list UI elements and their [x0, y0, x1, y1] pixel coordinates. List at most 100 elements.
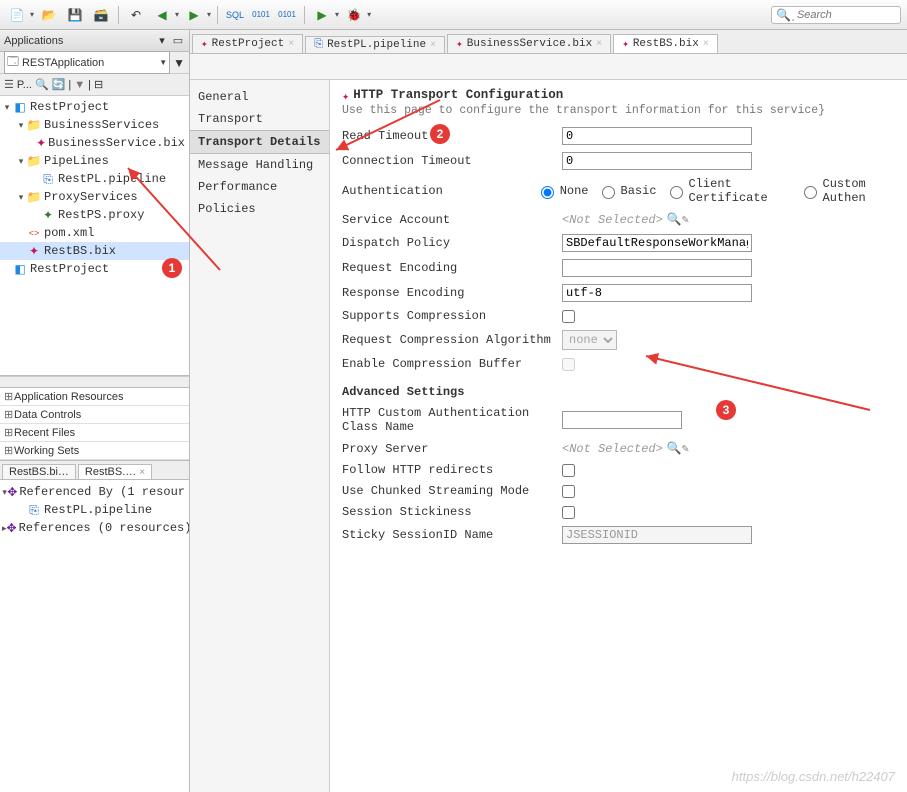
reference-item[interactable]: ⎘RestPL.pipeline — [0, 501, 189, 519]
forward-icon[interactable]: ▶ — [183, 4, 205, 26]
config-nav-item[interactable]: Performance — [190, 176, 329, 198]
form-title: HTTP Transport Configuration — [353, 88, 563, 102]
collapse-icon[interactable]: ⊟ — [94, 78, 103, 91]
panel-minimize-icon[interactable]: ▭ — [171, 34, 185, 48]
connection-timeout-input[interactable] — [562, 152, 752, 170]
tree-item[interactable]: ⎘RestPL.pipeline — [0, 170, 189, 188]
save-icon[interactable]: 💾 — [64, 4, 86, 26]
tree-item[interactable]: ◧RestProject — [0, 260, 189, 278]
response-encoding-input[interactable] — [562, 284, 752, 302]
service-icon: ✦ — [342, 89, 349, 104]
sticky-sessionid-label: Sticky SessionID Name — [342, 528, 562, 542]
config-nav-item[interactable]: Policies — [190, 198, 329, 220]
chunked-streaming-label: Use Chunked Streaming Mode — [342, 484, 562, 498]
panel-menu-icon[interactable]: ▾ — [155, 34, 169, 48]
undo-icon[interactable]: ↶ — [125, 4, 147, 26]
main-toolbar: 📄▾ 📂 💾 🗃️ ↶ ◀▾ ▶▾ SQL 0101 0101 ▶▾ 🐞▾ 🔍˯ — [0, 0, 907, 30]
form-description: Use this page to configure the transport… — [342, 104, 895, 117]
proxy-server-value: <Not Selected> — [562, 442, 663, 456]
bin1-icon[interactable]: 0101 — [250, 4, 272, 26]
tree-item[interactable]: <>pom.xml — [0, 224, 189, 242]
dispatch-policy-label: Dispatch Policy — [342, 236, 562, 250]
auth-radio-option[interactable]: Basic — [597, 183, 657, 199]
saveall-icon[interactable]: 🗃️ — [90, 4, 112, 26]
applications-panel: Applications ▾ ▭ 🗔 RESTApplication ▼ ▼ ☰… — [0, 30, 190, 792]
follow-redirects-checkbox[interactable] — [562, 464, 575, 477]
editor-tab[interactable]: ✦RestBS.bix× — [613, 34, 718, 53]
tree-item[interactable]: ✦RestBS.bix — [0, 242, 189, 260]
structure-tab[interactable]: RestBS.bi… — [2, 464, 76, 479]
toolbar-search[interactable]: 🔍˯ — [771, 6, 901, 24]
project-selector-drop-icon[interactable]: ▼ — [173, 56, 185, 70]
reference-item[interactable]: ▾✥Referenced By (1 resour — [0, 483, 189, 501]
search-input[interactable] — [795, 8, 895, 22]
tree-item[interactable]: ▾📁ProxyServices — [0, 188, 189, 206]
auth-radio-option[interactable]: None — [536, 183, 589, 199]
run-icon[interactable]: ▶ — [311, 4, 333, 26]
edit-icon[interactable]: ✎ — [682, 212, 689, 227]
project-selector[interactable]: 🗔 RESTApplication ▼ — [4, 51, 170, 74]
accordion-section[interactable]: ⊞Application Resources — [0, 388, 189, 406]
editor-tabs: ✦RestProject×⎘RestPL.pipeline×✦BusinessS… — [190, 30, 907, 54]
editor-tab[interactable]: ✦BusinessService.bix× — [447, 34, 611, 53]
tree-item[interactable]: ✦RestPS.proxy — [0, 206, 189, 224]
request-encoding-label: Request Encoding — [342, 261, 562, 275]
auth-radio-option[interactable]: Custom Authen — [799, 177, 895, 205]
read-timeout-input[interactable] — [562, 127, 752, 145]
request-compression-algorithm-label: Request Compression Algorithm — [342, 333, 562, 347]
project-selector-bar: 🗔 RESTApplication ▼ ▼ — [0, 52, 189, 74]
editor-tab[interactable]: ✦RestProject× — [192, 34, 303, 53]
dispatch-policy-input[interactable] — [562, 234, 752, 252]
tree-item[interactable]: ▾📁PipeLines — [0, 152, 189, 170]
config-nav: GeneralTransportTransport DetailsMessage… — [190, 80, 330, 792]
tree-item[interactable]: ▾📁BusinessServices — [0, 116, 189, 134]
editor-tab[interactable]: ⎘RestPL.pipeline× — [305, 36, 445, 53]
authentication-label: Authentication — [342, 184, 536, 198]
search-icon[interactable]: 🔍 — [667, 441, 682, 456]
reference-item[interactable]: ▸✥References (0 resources) — [0, 519, 189, 537]
bin2-icon[interactable]: 0101 — [276, 4, 298, 26]
session-stickiness-checkbox[interactable] — [562, 506, 575, 519]
request-encoding-input[interactable] — [562, 259, 752, 277]
config-nav-item[interactable]: Transport — [190, 108, 329, 130]
follow-redirects-label: Follow HTTP redirects — [342, 463, 562, 477]
sql-icon[interactable]: SQL — [224, 4, 246, 26]
sticky-sessionid-input[interactable] — [562, 526, 752, 544]
new-icon[interactable]: 📄 — [6, 4, 28, 26]
service-account-label: Service Account — [342, 213, 562, 227]
open-icon[interactable]: 📂 — [38, 4, 60, 26]
search-icon[interactable]: 🔍 — [667, 212, 682, 227]
http-auth-class-label: HTTP Custom Authentication Class Name — [342, 406, 562, 434]
refresh-icon[interactable]: 🔄 — [52, 78, 66, 91]
search-icon: 🔍˯ — [776, 8, 795, 22]
advanced-settings-header: Advanced Settings — [342, 385, 895, 399]
find-icon[interactable]: 🔍 — [35, 78, 49, 91]
chunked-streaming-checkbox[interactable] — [562, 485, 575, 498]
config-nav-item[interactable]: Transport Details — [190, 130, 329, 154]
accordion-section[interactable]: ⊞Recent Files — [0, 424, 189, 442]
accordion-section[interactable]: ⊞Data Controls — [0, 406, 189, 424]
debug-icon[interactable]: 🐞 — [343, 4, 365, 26]
tree-item[interactable]: ✦BusinessService.bix — [0, 134, 189, 152]
edit-icon[interactable]: ✎ — [682, 441, 689, 456]
accordion-section[interactable]: ⊞Working Sets — [0, 442, 189, 460]
supports-compression-checkbox[interactable] — [562, 310, 575, 323]
request-compression-algorithm-select[interactable]: none — [562, 330, 617, 350]
auth-radio-option[interactable]: Client Certificate — [665, 177, 791, 205]
connection-timeout-label: Connection Timeout — [342, 154, 562, 168]
structure-tab[interactable]: RestBS.…× — [78, 464, 152, 479]
filter-icon[interactable]: ▼ — [74, 79, 85, 91]
http-auth-class-input[interactable] — [562, 411, 682, 429]
config-nav-item[interactable]: General — [190, 86, 329, 108]
back-icon[interactable]: ◀ — [151, 4, 173, 26]
enable-compression-buffer-checkbox[interactable] — [562, 358, 575, 371]
tree-item[interactable]: ▾◧RestProject — [0, 98, 189, 116]
transport-details-form: ✦ HTTP Transport Configuration Use this … — [330, 80, 907, 792]
accordion-sections: ⊞Application Resources⊞Data Controls⊞Rec… — [0, 388, 189, 460]
service-account-value: <Not Selected> — [562, 213, 663, 227]
config-nav-item[interactable]: Message Handling — [190, 154, 329, 176]
tree-scrollbar[interactable] — [0, 376, 189, 388]
project-tree[interactable]: ▾◧RestProject▾📁BusinessServices✦Business… — [0, 96, 189, 376]
references-tree[interactable]: ▾✥Referenced By (1 resour⎘RestPL.pipelin… — [0, 480, 189, 792]
app-icon: 🗔 — [7, 53, 19, 72]
